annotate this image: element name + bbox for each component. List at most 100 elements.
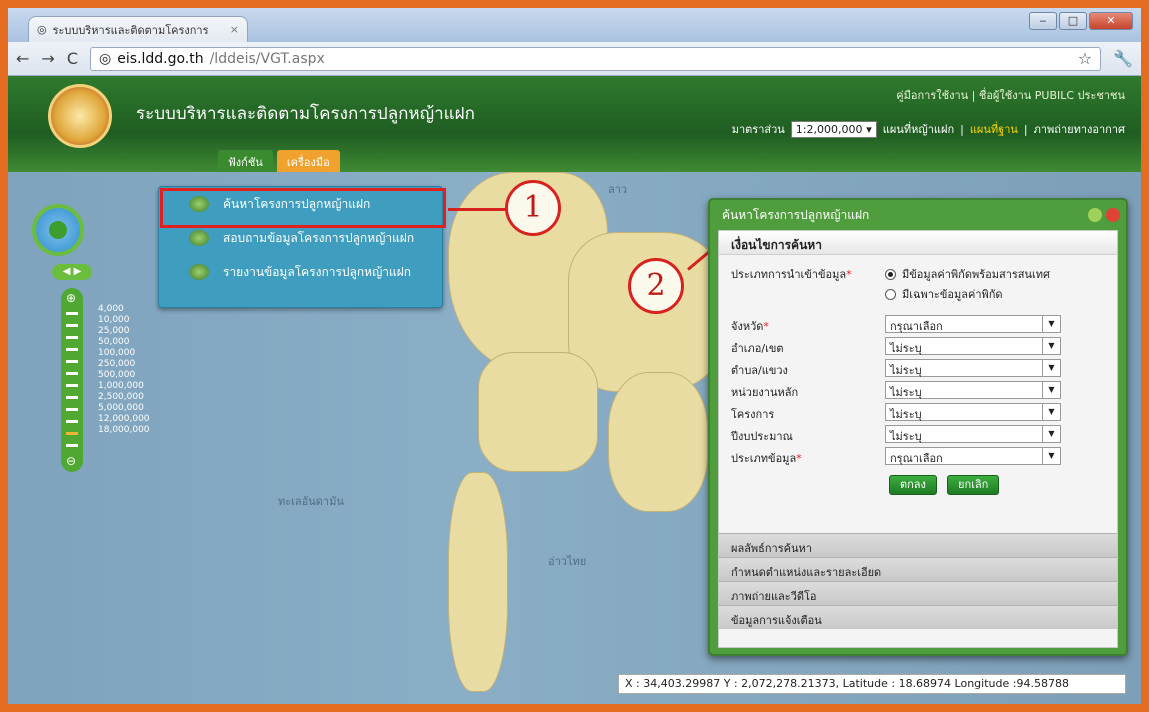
select-value: ไม่ระบุ xyxy=(890,364,922,377)
chevron-down-icon: ▾ xyxy=(866,122,872,136)
map-label: อ่าวไทย xyxy=(548,555,587,568)
accordion-media[interactable]: ภาพถ่ายและวีดีโอ xyxy=(719,581,1117,605)
zoom-step[interactable] xyxy=(66,336,78,339)
search-globe-icon xyxy=(189,196,209,212)
maximize-button[interactable]: □ xyxy=(1059,12,1087,30)
radio-selected[interactable] xyxy=(885,268,896,280)
zoom-step[interactable] xyxy=(66,348,78,351)
select-value: ไม่ระบุ xyxy=(890,430,922,443)
history-arrows[interactable]: ◀ ▶ xyxy=(52,264,92,280)
province-select[interactable]: กรุณาเลือก ▼ xyxy=(885,315,1061,333)
reload-icon[interactable]: C xyxy=(67,49,78,68)
field-label-text: ประเภทข้อมูล xyxy=(731,452,797,465)
url-host: eis.ldd.go.th xyxy=(117,50,204,67)
zoom-step[interactable] xyxy=(66,444,78,447)
ok-button[interactable]: ตกลง xyxy=(889,475,937,495)
panel-minimize-button[interactable] xyxy=(1088,208,1102,222)
panel-title: ค้นหาโครงการปลูกหญ้าแฝก xyxy=(722,207,870,222)
accordion-alerts[interactable]: ข้อมูลการแจ้งเตือน xyxy=(719,605,1117,629)
zoom-label: 50,000 xyxy=(98,337,130,347)
menu-item-label: ค้นหาโครงการปลูกหญ้าแฝก xyxy=(223,196,371,211)
subdistrict-select[interactable]: ไม่ระบุ ▼ xyxy=(885,359,1061,377)
link-aerial-photo[interactable]: ภาพถ่ายทางอากาศ xyxy=(1034,120,1125,138)
zoom-label: 1,000,000 xyxy=(98,381,144,391)
menu-item-report-project[interactable]: รายงานข้อมูลโครงการปลูกหญ้าแฝก xyxy=(159,255,442,289)
back-icon[interactable]: ← xyxy=(16,49,29,68)
select-value: ไม่ระบุ xyxy=(890,342,922,355)
browser-tab[interactable]: ◎ ระบบบริหารและติดตามโครงการ × xyxy=(28,16,248,42)
radio-unselected[interactable] xyxy=(885,288,896,300)
required-marker: * xyxy=(796,452,802,465)
zoom-step[interactable] xyxy=(66,396,78,399)
project-select[interactable]: ไม่ระบุ ▼ xyxy=(885,403,1061,421)
field-label: ประเภทข้อมูล* xyxy=(731,449,802,467)
land-area xyxy=(608,372,708,512)
link-base-map[interactable]: แผนที่ฐาน xyxy=(970,120,1018,138)
menu-functions[interactable]: ฟังก์ชัน xyxy=(218,150,273,172)
screenshot-frame: ◎ ระบบบริหารและติดตามโครงการ × ‒ □ ✕ ← →… xyxy=(0,0,1149,712)
accordion-results[interactable]: ผลลัพธ์การค้นหา xyxy=(719,533,1117,557)
chevron-down-icon: ▼ xyxy=(1042,404,1060,420)
zoom-step[interactable] xyxy=(66,324,78,327)
zoom-step[interactable] xyxy=(66,312,78,315)
header-links[interactable]: คู่มือการใช้งาน | ชื่อผู้ใช้งาน PUBILC ป… xyxy=(896,86,1125,104)
district-select[interactable]: ไม่ระบุ ▼ xyxy=(885,337,1061,355)
cancel-button[interactable]: ยกเลิก xyxy=(947,475,1000,495)
agency-select[interactable]: ไม่ระบุ ▼ xyxy=(885,381,1061,399)
field-label: โครงการ xyxy=(731,408,775,421)
radio-option-2[interactable]: มีเฉพาะข้อมูลค่าพิกัด xyxy=(885,285,1003,303)
radio-option-1[interactable]: มีข้อมูลค่าพิกัดพร้อมสารสนเทศ xyxy=(885,265,1050,283)
forward-icon[interactable]: → xyxy=(41,49,54,68)
url-input[interactable]: ◎ eis.ldd.go.th/lddeis/VGT.aspx ☆ xyxy=(89,46,1102,71)
browser-tab-bar: ◎ ระบบบริหารและติดตามโครงการ × ‒ □ ✕ xyxy=(8,8,1141,42)
chevron-down-icon: ▼ xyxy=(1042,316,1060,332)
zoom-label: 12,000,000 xyxy=(98,414,150,424)
zoom-label: 18,000,000 xyxy=(98,425,150,435)
zoom-slider[interactable]: ⊕ ⊖ xyxy=(61,288,83,472)
scale-select[interactable]: 1:2,000,000 ▾ xyxy=(790,120,877,138)
pan-control[interactable] xyxy=(32,204,84,256)
required-marker: * xyxy=(763,320,769,333)
panel-close-button[interactable] xyxy=(1106,208,1120,222)
section-header[interactable]: เงื่อนไขการค้นหา xyxy=(719,231,1117,255)
link-vetiver-map[interactable]: แผนที่หญ้าแฝก xyxy=(883,120,954,138)
menu-item-label: สอบถามข้อมูลโครงการปลูกหญ้าแฝก xyxy=(223,230,415,245)
chevron-down-icon: ▼ xyxy=(1042,338,1060,354)
page-icon: ◎ xyxy=(37,23,47,36)
zoom-out-icon[interactable]: ⊖ xyxy=(66,454,76,468)
zoom-step[interactable] xyxy=(66,360,78,363)
zoom-step[interactable] xyxy=(66,372,78,375)
import-type-label: ประเภทการนำเข้าข้อมูล xyxy=(731,268,847,281)
menu-item-search-project[interactable]: ค้นหาโครงการปลูกหญ้าแฝก xyxy=(159,187,442,221)
minimize-button[interactable]: ‒ xyxy=(1029,12,1057,30)
zoom-label: 2,500,000 xyxy=(98,392,144,402)
select-value: ไม่ระบุ xyxy=(890,386,922,399)
zoom-label: 4,000 xyxy=(98,304,124,314)
menu-item-query-project[interactable]: สอบถามข้อมูลโครงการปลูกหญ้าแฝก xyxy=(159,221,442,255)
zoom-label: 250,000 xyxy=(98,359,136,369)
menu-tools[interactable]: เครื่องมือ xyxy=(276,150,340,172)
chevron-down-icon: ▼ xyxy=(1042,448,1060,464)
bookmark-star-icon[interactable]: ☆ xyxy=(1078,49,1092,68)
site-title: ระบบบริหารและติดตามโครงการปลูกหญ้าแฝก xyxy=(136,104,475,124)
zoom-step[interactable] xyxy=(66,408,78,411)
field-label: จังหวัด* xyxy=(731,317,769,335)
zoom-label: 10,000 xyxy=(98,315,130,325)
tab-close-icon[interactable]: × xyxy=(230,23,239,36)
select-value: กรุณาเลือก xyxy=(890,320,943,333)
wrench-icon[interactable]: 🔧 xyxy=(1113,49,1133,68)
report-globe-icon xyxy=(189,264,209,280)
data-type-select[interactable]: กรุณาเลือก ▼ xyxy=(885,447,1061,465)
select-value: ไม่ระบุ xyxy=(890,408,922,421)
zoom-step[interactable] xyxy=(66,384,78,387)
close-window-button[interactable]: ✕ xyxy=(1089,12,1133,30)
coordinate-readout: X : 34,403.29987 Y : 2,072,278.21373, La… xyxy=(618,674,1126,694)
accordion-location[interactable]: กำหนดตำแหน่งและรายละเอียด xyxy=(719,557,1117,581)
zoom-step-active[interactable] xyxy=(66,432,78,435)
zoom-step[interactable] xyxy=(66,420,78,423)
zoom-in-icon[interactable]: ⊕ xyxy=(66,291,76,305)
budget-year-select[interactable]: ไม่ระบุ ▼ xyxy=(885,425,1061,443)
map-label: ทะเลอันดามัน xyxy=(278,495,344,508)
site-header: ระบบบริหารและติดตามโครงการปลูกหญ้าแฝก คู… xyxy=(8,76,1141,172)
zoom-labels: 4,000 10,000 25,000 50,000 100,000 250,0… xyxy=(98,304,150,436)
